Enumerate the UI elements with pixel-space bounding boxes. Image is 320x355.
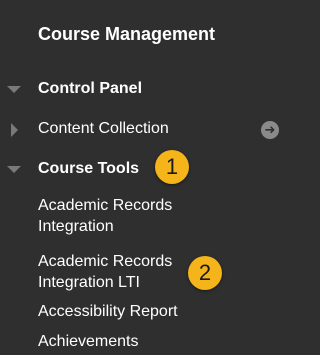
course-tools-row[interactable]: Course Tools — [0, 160, 281, 186]
tool-item-accessibility-report[interactable]: Accessibility Report — [38, 301, 238, 322]
triangle-right-icon[interactable] — [11, 123, 18, 137]
callout-badge-2: 2 — [188, 256, 222, 290]
arrow-circle-right-icon[interactable]: ➜ — [261, 121, 279, 139]
content-collection-label[interactable]: Content Collection — [38, 120, 169, 138]
panel-title: Course Management — [38, 24, 216, 44]
triangle-down-icon[interactable] — [7, 166, 21, 173]
callout-badge-1: 1 — [155, 150, 189, 184]
tool-item-academic-records-integration[interactable]: Academic Records Integration — [38, 195, 238, 237]
course-tools-label[interactable]: Course Tools — [38, 160, 139, 178]
content-collection-row[interactable]: Content Collection ➜ — [0, 120, 281, 146]
tool-item-achievements[interactable]: Achievements — [38, 331, 238, 352]
course-management-panel: Course Management Control Panel Content … — [0, 0, 281, 355]
control-panel-row[interactable]: Control Panel — [0, 80, 281, 106]
control-panel-label[interactable]: Control Panel — [38, 80, 142, 98]
triangle-down-icon[interactable] — [7, 86, 21, 93]
